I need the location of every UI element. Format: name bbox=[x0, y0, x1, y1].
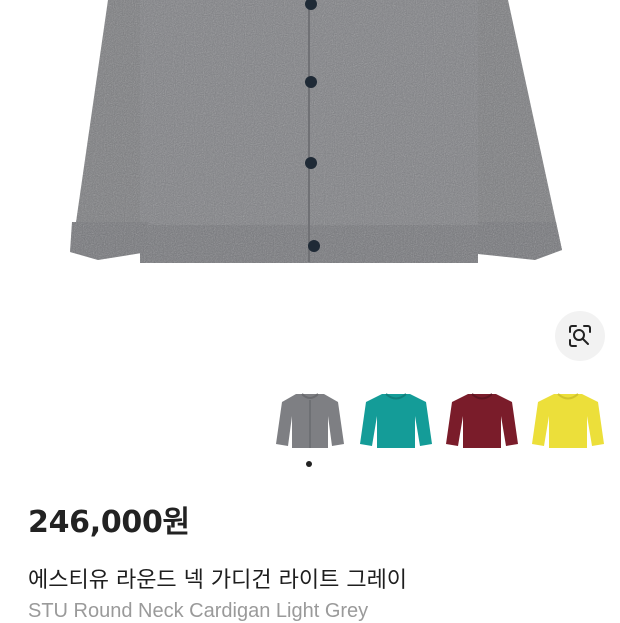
product-name-korean: 에스티유 라운드 넥 가디건 라이트 그레이 bbox=[28, 568, 408, 593]
cardigan-illustration bbox=[70, 0, 562, 263]
color-swatch-grey[interactable] bbox=[272, 386, 348, 454]
product-price: 246,000원 bbox=[28, 505, 190, 540]
color-swatch-burgundy[interactable] bbox=[444, 386, 520, 454]
cardigan-thumbnail-teal bbox=[360, 393, 432, 448]
cardigan-thumbnail-burgundy bbox=[446, 393, 518, 448]
lens-search-icon bbox=[569, 325, 591, 347]
selected-color-indicator bbox=[306, 461, 312, 467]
color-swatch-teal[interactable] bbox=[358, 386, 434, 454]
cardigan-thumbnail-grey bbox=[276, 393, 344, 448]
color-swatch-yellow[interactable] bbox=[530, 386, 606, 454]
product-image[interactable] bbox=[0, 0, 620, 300]
cardigan-thumbnail-yellow bbox=[532, 393, 604, 448]
lens-search-button[interactable] bbox=[555, 311, 605, 361]
